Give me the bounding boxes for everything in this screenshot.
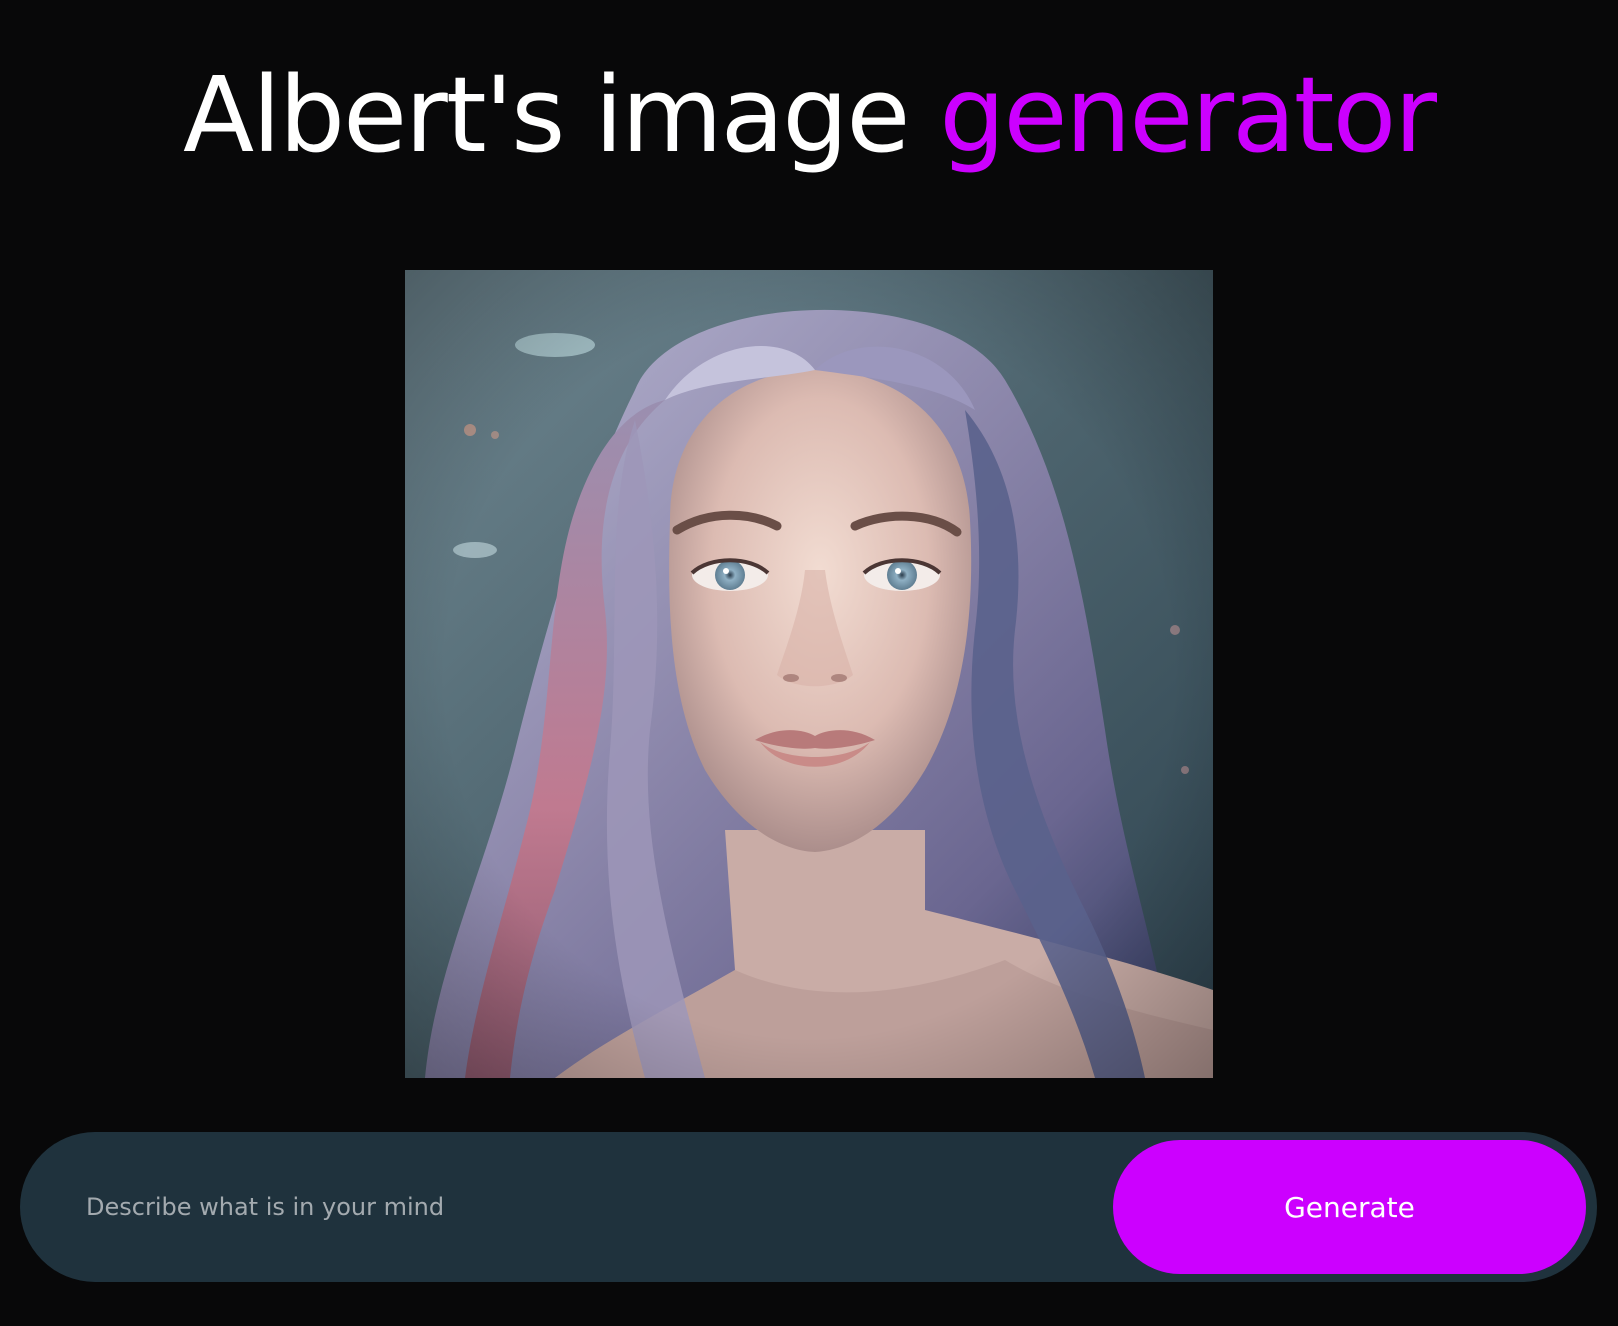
prompt-bar: Generate: [20, 1132, 1597, 1282]
generate-button[interactable]: Generate: [1113, 1140, 1586, 1274]
generated-image: [405, 270, 1213, 1078]
page-title: Albert's image generator: [0, 50, 1618, 180]
prompt-input[interactable]: [70, 1172, 1070, 1242]
title-main: Albert's image: [183, 54, 940, 176]
title-accent: generator: [939, 54, 1437, 176]
portrait-illustration: [405, 270, 1213, 1078]
